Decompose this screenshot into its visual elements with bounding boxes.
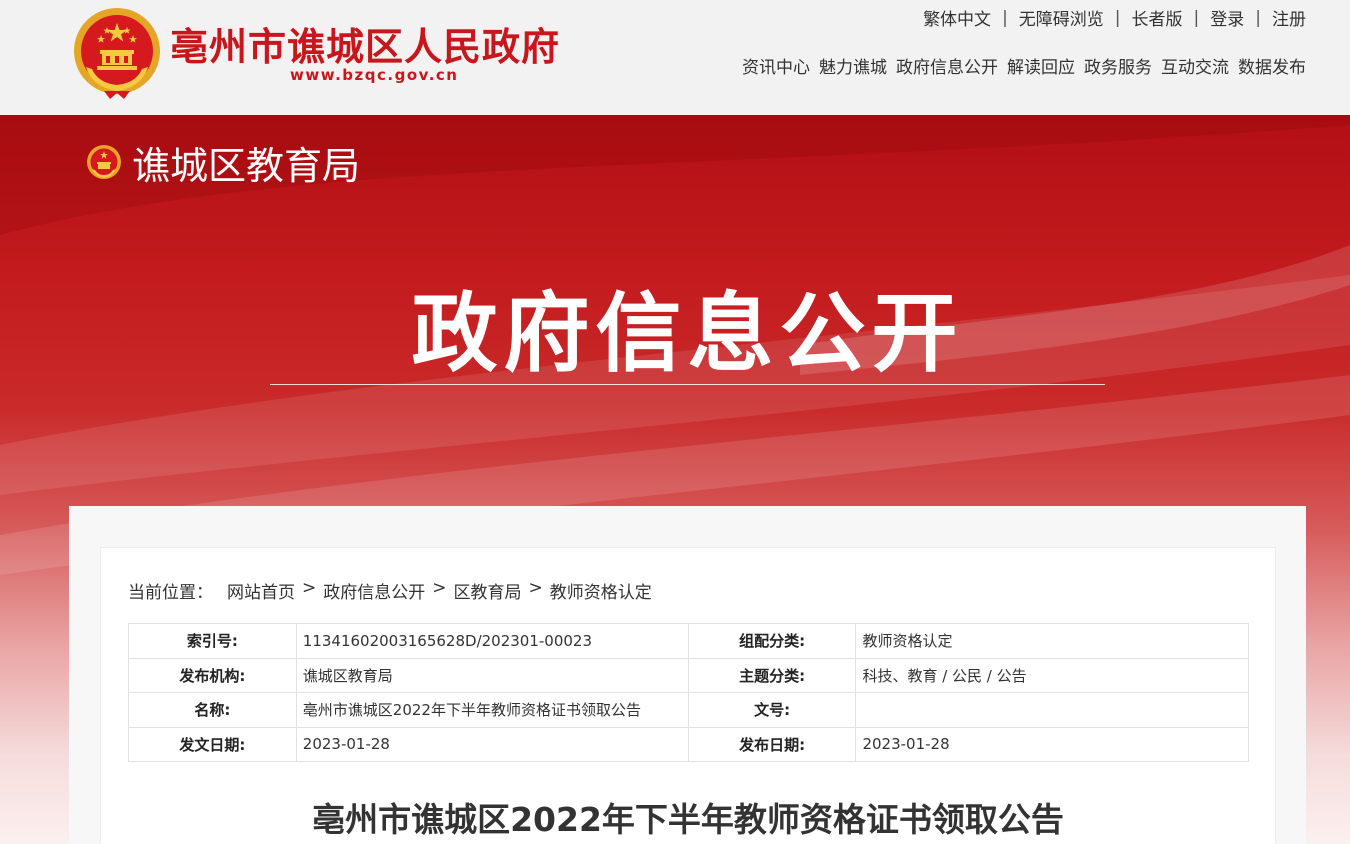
link-traditional-chinese[interactable]: 繁体中文 — [923, 5, 991, 30]
nav-item-charm[interactable]: 魅力谯城 — [819, 53, 887, 78]
meta-value-index: 11341602003165628D/202301-00023 — [295, 623, 689, 659]
separator: | — [1002, 7, 1008, 28]
meta-key-name: 名称: — [128, 692, 297, 728]
banner-divider — [270, 384, 1105, 385]
breadcrumb-separator: > — [432, 578, 447, 598]
table-row: 名称: 亳州市谯城区2022年下半年教师资格证书领取公告 文号: — [128, 692, 1249, 728]
link-accessibility[interactable]: 无障碍浏览 — [1019, 5, 1104, 30]
table-row: 发布机构: 谯城区教育局 主题分类: 科技、教育 / 公民 / 公告 — [128, 657, 1249, 693]
meta-value-publisher: 谯城区教育局 — [295, 657, 689, 693]
department-name: 谯城区教育局 — [132, 144, 361, 188]
national-emblem-small-icon — [87, 144, 121, 179]
nav-item-services[interactable]: 政务服务 — [1084, 53, 1152, 78]
breadcrumb-teacher-qualification[interactable]: 教师资格认定 — [550, 578, 652, 603]
nav-item-interpretation[interactable]: 解读回应 — [1007, 53, 1075, 78]
link-elder-version[interactable]: 长者版 — [1132, 5, 1183, 30]
meta-value-issue-date: 2023-01-28 — [295, 726, 689, 762]
separator: | — [1255, 7, 1261, 28]
meta-key-topic: 主题分类: — [687, 657, 857, 693]
main-nav: 资讯中心 魅力谯城 政府信息公开 解读回应 政务服务 互动交流 数据发布 — [742, 53, 1306, 78]
document-meta-table: 索引号: 11341602003165628D/202301-00023 组配分… — [128, 623, 1249, 762]
nav-item-news[interactable]: 资讯中心 — [742, 53, 810, 78]
breadcrumb-home[interactable]: 网站首页 — [227, 578, 295, 603]
separator: | — [1114, 7, 1121, 28]
meta-key-index: 索引号: — [128, 623, 297, 659]
site-title[interactable]: 亳州市谯城区人民政府 — [170, 16, 560, 71]
banner-title: 政府信息公开 — [411, 284, 964, 384]
content-card: 当前位置： 网站首页 > 政府信息公开 > 区教育局 > 教师资格认定 索引号:… — [69, 506, 1306, 844]
breadcrumb-education-bureau[interactable]: 区教育局 — [454, 578, 522, 603]
site-header: 亳州市谯城区人民政府 www.bzqc.gov.cn 繁体中文 | 无障碍浏览 … — [0, 0, 1350, 115]
separator: | — [1193, 7, 1200, 28]
breadcrumb: 当前位置： 网站首页 > 政府信息公开 > 区教育局 > 教师资格认定 — [128, 578, 652, 603]
breadcrumb-separator: > — [302, 578, 317, 598]
meta-key-doc-number: 文号: — [687, 692, 857, 728]
breadcrumb-info-disclosure[interactable]: 政府信息公开 — [323, 578, 425, 603]
table-row: 索引号: 11341602003165628D/202301-00023 组配分… — [128, 623, 1249, 659]
utility-links: 繁体中文 | 无障碍浏览 | 长者版 | 登录 | 注册 — [923, 5, 1306, 31]
department-header: 谯城区教育局 — [86, 135, 360, 190]
meta-key-category: 组配分类: — [687, 623, 857, 659]
meta-key-publisher: 发布机构: — [128, 657, 297, 693]
meta-value-topic: 科技、教育 / 公民 / 公告 — [855, 657, 1249, 693]
meta-key-publish-date: 发布日期: — [687, 726, 857, 762]
table-row: 发文日期: 2023-01-28 发布日期: 2023-01-28 — [128, 726, 1249, 762]
breadcrumb-label: 当前位置： — [128, 583, 213, 603]
nav-item-interaction[interactable]: 互动交流 — [1161, 53, 1229, 78]
document-title: 亳州市谯城区2022年下半年教师资格证书领取公告 — [312, 800, 1064, 839]
link-login[interactable]: 登录 — [1210, 5, 1244, 30]
content-panel: 当前位置： 网站首页 > 政府信息公开 > 区教育局 > 教师资格认定 索引号:… — [100, 547, 1276, 844]
meta-key-issue-date: 发文日期: — [128, 726, 297, 762]
nav-item-info-disclosure[interactable]: 政府信息公开 — [896, 53, 998, 78]
meta-value-category: 教师资格认定 — [855, 623, 1249, 659]
national-emblem-icon[interactable] — [72, 7, 162, 99]
meta-value-doc-number — [855, 692, 1249, 728]
breadcrumb-separator: > — [528, 578, 543, 598]
site-url: www.bzqc.gov.cn — [290, 66, 459, 84]
meta-value-name: 亳州市谯城区2022年下半年教师资格证书领取公告 — [295, 692, 689, 728]
link-register[interactable]: 注册 — [1272, 5, 1306, 30]
meta-value-publish-date: 2023-01-28 — [855, 726, 1249, 762]
nav-item-data[interactable]: 数据发布 — [1238, 53, 1306, 78]
